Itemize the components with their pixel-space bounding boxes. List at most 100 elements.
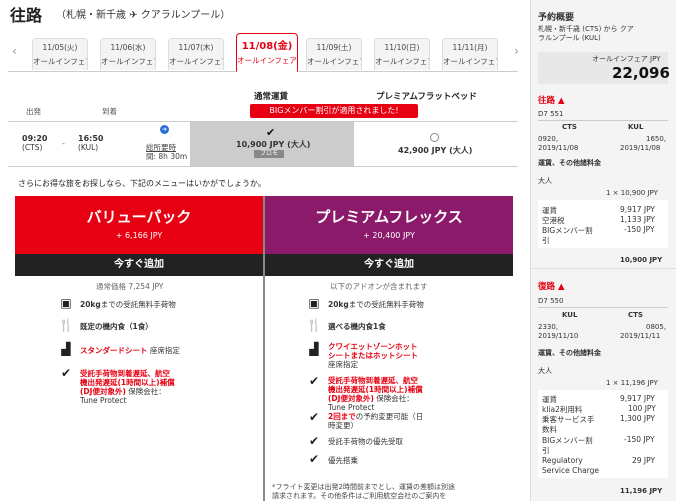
check-icon: ✔: [266, 126, 276, 139]
check-icon: ✔: [60, 366, 72, 380]
seat-line1: クワイエットゾーンホット: [328, 342, 418, 351]
premium-fare-heading: プレミアムフラットベッド: [376, 92, 477, 102]
feature-seat: クワイエットゾーンホット シートまたはホットシート 座席指定: [328, 342, 418, 369]
ret-item-value: 9,917 JPY: [620, 394, 656, 403]
date-tab[interactable]: 11/10(日) オールインフェア: [374, 38, 430, 70]
check-icon: ✔: [308, 434, 320, 448]
outbound-flight: D7 551: [538, 110, 564, 118]
date-tab-fare: オールインフェア: [237, 56, 297, 65]
return-toggle[interactable]: 復路 ▲: [538, 280, 565, 292]
ret-item-value: 29 JPY: [632, 456, 656, 465]
insurance-company: Tune Protect: [80, 396, 127, 405]
out-arr-time: 1650,: [646, 135, 667, 143]
seat-line3: 座席指定: [328, 360, 358, 369]
return-flight: D7 550: [538, 297, 564, 305]
divider: [538, 307, 668, 308]
ret-total: 11,196 JPY: [620, 487, 663, 495]
next-date-icon[interactable]: ›: [514, 44, 519, 58]
out-adult-line: 1 × 10,900 JPY: [606, 189, 658, 197]
page-title: 往路: [10, 6, 43, 25]
seat-line2: シートまたはホットシート: [328, 351, 418, 360]
summary-title: 予約概要: [538, 13, 575, 23]
date-tab[interactable]: 11/09(土) オールインフェア: [306, 38, 362, 70]
insurance-line3: (DJ便対象外): [328, 394, 374, 403]
date-tab-fare: オールインフェア: [443, 57, 498, 66]
date-tab-date: 11/10(日): [384, 43, 420, 52]
date-tab-fare: オールインフェア: [307, 57, 362, 66]
allin-label: オールインフェア JPY: [592, 55, 661, 63]
date-tab-date: 11/11(月): [452, 43, 488, 52]
change-count: 2回まで: [328, 412, 356, 421]
ret-item-label: 数料: [542, 425, 557, 434]
promo-question: さらにお得な旅をお探しなら、下記のメニューはいかがでしょうか。: [18, 179, 266, 188]
prev-date-icon[interactable]: ‹: [12, 44, 17, 58]
out-to: KUL: [628, 123, 644, 131]
feature-insurance: 受託手荷物到着遅延、航空 機出発遅延(1時間以上)補償 (DJ便対象外) 保険会…: [80, 369, 175, 405]
date-tab[interactable]: 11/05(火) オールインフェア: [32, 38, 88, 70]
meal-icon: 🍴: [306, 318, 322, 332]
divider: [538, 120, 668, 121]
dash: -: [62, 139, 65, 148]
change-text2: 時変更）: [328, 421, 358, 430]
flight-details-icon[interactable]: ➜: [160, 125, 169, 134]
feature-priority-baggage: 受託手荷物の優先受取: [328, 437, 403, 446]
check-icon: ✔: [308, 452, 320, 466]
premium-flex-title: プレミアムフレックス: [315, 208, 463, 226]
dep-time: 09:20: [22, 134, 48, 143]
out-from: CTS: [562, 123, 577, 131]
date-tab[interactable]: 11/07(木) オールインフェア: [168, 38, 224, 70]
baggage-weight: 20kg: [328, 300, 349, 309]
out-item-label: BIGメンバー割: [542, 226, 593, 235]
premium-radio[interactable]: [430, 133, 439, 142]
ret-arr-date: 2019/11/11: [620, 332, 661, 340]
ret-adult-line: 1 × 11,196 JPY: [606, 379, 658, 387]
seat-icon: ▟: [61, 342, 71, 356]
premium-flex-panel[interactable]: プレミアムフレックス + 20,400 JPY: [265, 196, 513, 254]
meal-icon: 🍴: [58, 318, 74, 332]
luggage-icon: ▣: [308, 296, 320, 310]
value-pack-price: + 6,166 JPY: [115, 231, 163, 240]
luggage-icon: ▣: [60, 296, 72, 310]
value-pack-panel[interactable]: バリューパック + 6,166 JPY: [15, 196, 263, 254]
date-tab-date: 11/06(水): [110, 43, 146, 52]
date-tab-selected[interactable]: 11/08(金) オールインフェア: [236, 33, 298, 72]
date-tab-date: 11/09(土): [316, 43, 352, 52]
baggage-text: までの受託無料手荷物: [348, 300, 424, 309]
arrive-col-header: 到着: [102, 107, 117, 116]
fare-heading: 運賃、その他諸料金: [538, 159, 601, 167]
date-tab-fare: オールインフェア: [101, 57, 156, 66]
promo-badge: プロモ: [254, 150, 284, 158]
feature-meal: 選べる機内食1食: [328, 322, 386, 331]
ret-item-label: 引: [542, 446, 550, 455]
out-item-label: 引: [542, 236, 550, 245]
date-tab-fare: オールインフェア: [375, 57, 430, 66]
check-icon: ✔: [308, 410, 320, 424]
date-tab-date: 11/08(金): [241, 41, 293, 52]
outbound-toggle[interactable]: 往路 ▲: [538, 94, 565, 106]
ret-dep-time: 2330,: [538, 323, 559, 331]
date-tab[interactable]: 11/11(月) オールインフェア: [442, 38, 498, 70]
arr-code: (KUL): [78, 143, 99, 152]
ret-item-label: Service Charge: [542, 466, 600, 475]
seat-icon: ▟: [309, 342, 319, 356]
premium-flex-subtitle: 以下のアドオンが含まれます: [330, 282, 428, 291]
date-tab-date: 11/07(木): [178, 43, 214, 52]
seat-text: 座席指定: [147, 346, 180, 355]
seat-type: スタンダードシート: [80, 346, 148, 355]
feature-seat: スタンダードシート 座席指定: [80, 346, 180, 355]
depart-col-header: 出発: [26, 107, 41, 116]
premium-flex-add-button[interactable]: 今すぐ追加: [265, 254, 513, 276]
change-text: の予約変更可能（日: [355, 412, 424, 421]
ret-item-value: -150 JPY: [624, 435, 655, 444]
feature-change: 2回までの予約変更可能（日 時変更）: [328, 412, 423, 430]
normal-price: 通常価格 7,254 JPY: [96, 282, 164, 291]
date-tab[interactable]: 11/06(水) オールインフェア: [100, 38, 156, 70]
out-dep-date: 2019/11/08: [538, 144, 579, 152]
baggage-weight: 20kg: [80, 300, 101, 309]
ret-to: CTS: [628, 311, 643, 319]
insurance-company: Tune Protect: [328, 403, 375, 412]
out-arr-date: 2019/11/08: [620, 144, 661, 152]
value-pack-add-button[interactable]: 今すぐ追加: [15, 254, 263, 276]
note-line2: 請求されます。その他条件はご利用航空会社のご案内を: [272, 492, 447, 500]
ret-item-label: Regulatory: [542, 456, 583, 465]
